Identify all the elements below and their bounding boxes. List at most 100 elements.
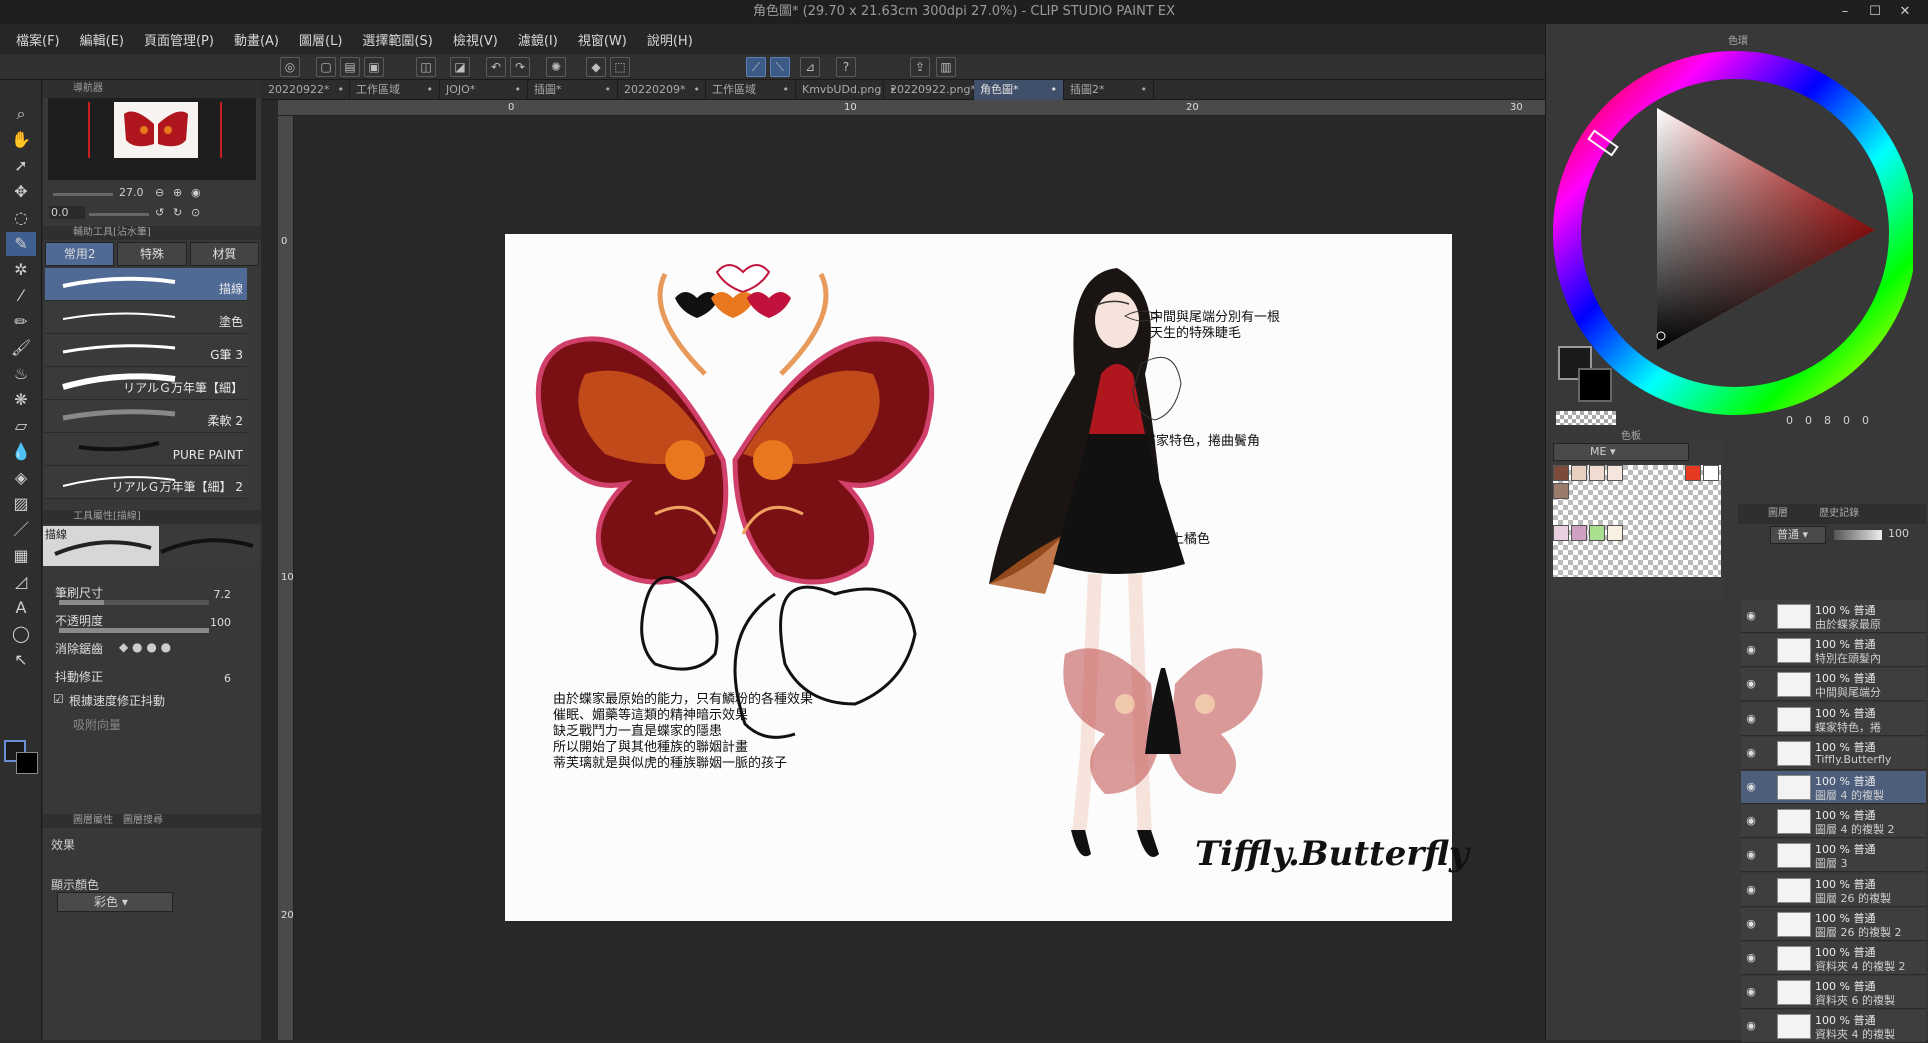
doc-tab[interactable]: KmvbUDd.png • (796, 80, 896, 100)
eye-icon[interactable]: ◉ (1744, 780, 1758, 794)
snap-ruler-icon[interactable]: ⟋ (746, 57, 766, 77)
palette-set-select[interactable]: ME ▾ (1553, 443, 1689, 461)
fill-icon[interactable]: ◆ (586, 57, 606, 77)
zoom-slider[interactable] (53, 193, 113, 196)
tab-close-icon[interactable]: • (1051, 80, 1058, 100)
menu-page[interactable]: 頁面管理(P) (144, 30, 214, 49)
tab-close-icon[interactable]: • (605, 80, 612, 100)
undo-icon[interactable]: ↶ (486, 57, 506, 77)
doc-tab[interactable]: 角色圖* • (974, 80, 1064, 100)
balloon-tool-icon[interactable]: ◯ (6, 622, 36, 646)
eye-icon[interactable]: ◉ (1744, 712, 1758, 726)
menu-selection[interactable]: 選擇範圍(S) (362, 30, 432, 49)
export-icon[interactable]: ⇪ (910, 57, 930, 77)
clip-studio-icon[interactable]: ◎ (280, 57, 300, 77)
layer-row[interactable]: ◉ 100 % 普通 圖層 4 的複製 2 (1741, 805, 1926, 839)
brush-item[interactable]: リアルＧ万年筆【細】 2 (45, 466, 247, 499)
display-color-select[interactable]: 彩色 ▾ (57, 892, 173, 912)
eyedropper-icon[interactable]: ⁄ (6, 284, 36, 308)
eye-icon[interactable]: ◉ (1744, 917, 1758, 931)
layer-row[interactable]: ◉ 100 % 普通 資料夾 4 的複製 2 (1741, 942, 1926, 975)
figure-tool-icon[interactable]: ／ (6, 518, 36, 542)
sub-color-box[interactable] (1578, 368, 1612, 402)
minimize-icon[interactable]: – (1830, 0, 1860, 24)
hand-tool-icon[interactable]: ✋ (6, 128, 36, 152)
pencil-tool-icon[interactable]: ✏ (6, 310, 36, 334)
speed-stab-row[interactable]: 根據速度修正抖動 ☑ (49, 690, 255, 716)
brush-item[interactable]: G筆 3 (45, 334, 247, 367)
snap-vector-row[interactable]: 吸附向量 (49, 714, 255, 740)
decoration-tool-icon[interactable]: ❋ (6, 388, 36, 412)
layer-row[interactable]: ◉ 100 % 普通 Tiffly.Butterfly (1741, 736, 1926, 770)
eye-icon[interactable]: ◉ (1744, 883, 1758, 897)
navigator-preview[interactable] (48, 98, 256, 180)
eye-icon[interactable]: ◉ (1744, 609, 1758, 623)
layer-opacity-value[interactable]: 100 (1888, 527, 1909, 540)
rotation-value[interactable]: 0.0 (49, 206, 85, 219)
menu-window[interactable]: 視窗(W) (578, 30, 627, 49)
brush-item[interactable]: PURE PAINT (45, 433, 247, 466)
palette-swatch[interactable] (1571, 525, 1587, 541)
doc-tab[interactable]: 工作區域 13.png• (350, 80, 440, 116)
layer-row[interactable]: ◉ 100 % 普通 特別在頭髮內 (1741, 634, 1926, 668)
checkbox-icon[interactable]: ☑ (53, 692, 64, 706)
blend-mode-select[interactable]: 普通 ▾ (1770, 526, 1826, 544)
brush-item[interactable]: リアルＧ万年筆【細】 (45, 367, 247, 400)
menu-filter[interactable]: 濾鏡(I) (518, 30, 558, 49)
zoom-value[interactable]: 27.0 (119, 186, 144, 199)
menu-edit[interactable]: 編輯(E) (80, 30, 124, 49)
blend-tool-icon[interactable]: 💧 (6, 440, 36, 464)
layer-row[interactable]: ◉ 100 % 普通 由於蝶家最原 (1741, 600, 1926, 633)
timelapse-icon[interactable]: ▥ (936, 57, 956, 77)
palette-swatch[interactable] (1571, 465, 1587, 481)
layer-row[interactable]: ◉ 100 % 普通 資料夾 4 的複製 (1741, 1010, 1926, 1043)
fit-icon[interactable]: ◉ (191, 186, 201, 199)
artboard[interactable]: 中間與尾端分別有一根 天生的特殊睫毛 蝶家特色，捲曲鬢角 特別在頭髮內側染上橘色… (505, 234, 1469, 921)
menu-layer[interactable]: 圖層(L) (299, 30, 342, 49)
antialias-options-icon[interactable]: ◆ ● ● ● (119, 640, 171, 654)
eye-icon[interactable]: ◉ (1744, 814, 1758, 828)
tab-special[interactable]: 特殊 (117, 242, 187, 266)
doc-tab[interactable]: 插圖2* • (1064, 80, 1154, 100)
airbrush-tool-icon[interactable]: ♨ (6, 362, 36, 386)
palette-swatch[interactable] (1553, 465, 1569, 481)
zoom-tool-icon[interactable]: ⌕ (6, 102, 36, 126)
brush-size-slider[interactable] (59, 600, 209, 605)
close-icon[interactable]: ✕ (1890, 0, 1920, 24)
tab-common2[interactable]: 常用2 (45, 242, 115, 266)
doc-tab[interactable]: 20220922* • (262, 80, 350, 100)
eye-icon[interactable]: ◉ (1744, 848, 1758, 862)
rotation-slider[interactable] (89, 213, 149, 216)
eraser-tool-icon[interactable]: ▱ (6, 414, 36, 438)
layer-row[interactable]: ◉ 100 % 普通 圖層 4 的複製 (1741, 771, 1926, 804)
new-file-icon[interactable]: ▢ (316, 57, 336, 77)
layer-row[interactable]: ◉ 100 % 普通 圖層 26 的複製 (1741, 873, 1926, 907)
lasso-tool-icon[interactable]: ◌ (6, 206, 36, 230)
save-icon[interactable]: ▣ (364, 57, 384, 77)
doc-tab[interactable]: 20220209* • (618, 80, 706, 100)
palette-grid[interactable] (1553, 465, 1721, 577)
sub-color-swatch[interactable] (16, 752, 38, 774)
text-tool-icon[interactable]: A (6, 596, 36, 620)
redo-icon[interactable]: ↷ (510, 57, 530, 77)
zoom-out-icon[interactable]: ⊖ (155, 186, 164, 199)
tab-close-icon[interactable]: • (1141, 80, 1148, 100)
palette-swatch[interactable] (1607, 465, 1623, 481)
palette-swatch[interactable] (1607, 525, 1623, 541)
brush-tool-icon[interactable]: 🖌 (6, 336, 36, 360)
help-icon[interactable]: ? (836, 57, 856, 77)
layer-row[interactable]: ◉ 100 % 普通 中間與尾端分 (1741, 668, 1926, 702)
brush-item[interactable]: 柔軟 2 (45, 400, 247, 433)
layer-opacity-slider[interactable] (1834, 530, 1882, 540)
menu-animation[interactable]: 動畫(A) (234, 30, 279, 49)
palette-swatch[interactable] (1589, 525, 1605, 541)
palette-swatch[interactable] (1553, 525, 1569, 541)
tab-close-icon[interactable]: • (515, 80, 522, 100)
ruler-tool-icon[interactable]: ◿ (6, 570, 36, 594)
rotate-left-icon[interactable]: ↺ (155, 206, 164, 219)
transform-icon[interactable]: ⬚ (610, 57, 630, 77)
layer-row[interactable]: ◉ 100 % 普通 蝶家特色，捲 (1741, 702, 1926, 736)
open-file-icon[interactable]: ▤ (340, 57, 360, 77)
zoom-in-icon[interactable]: ⊕ (173, 186, 182, 199)
eye-icon[interactable]: ◉ (1744, 677, 1758, 691)
